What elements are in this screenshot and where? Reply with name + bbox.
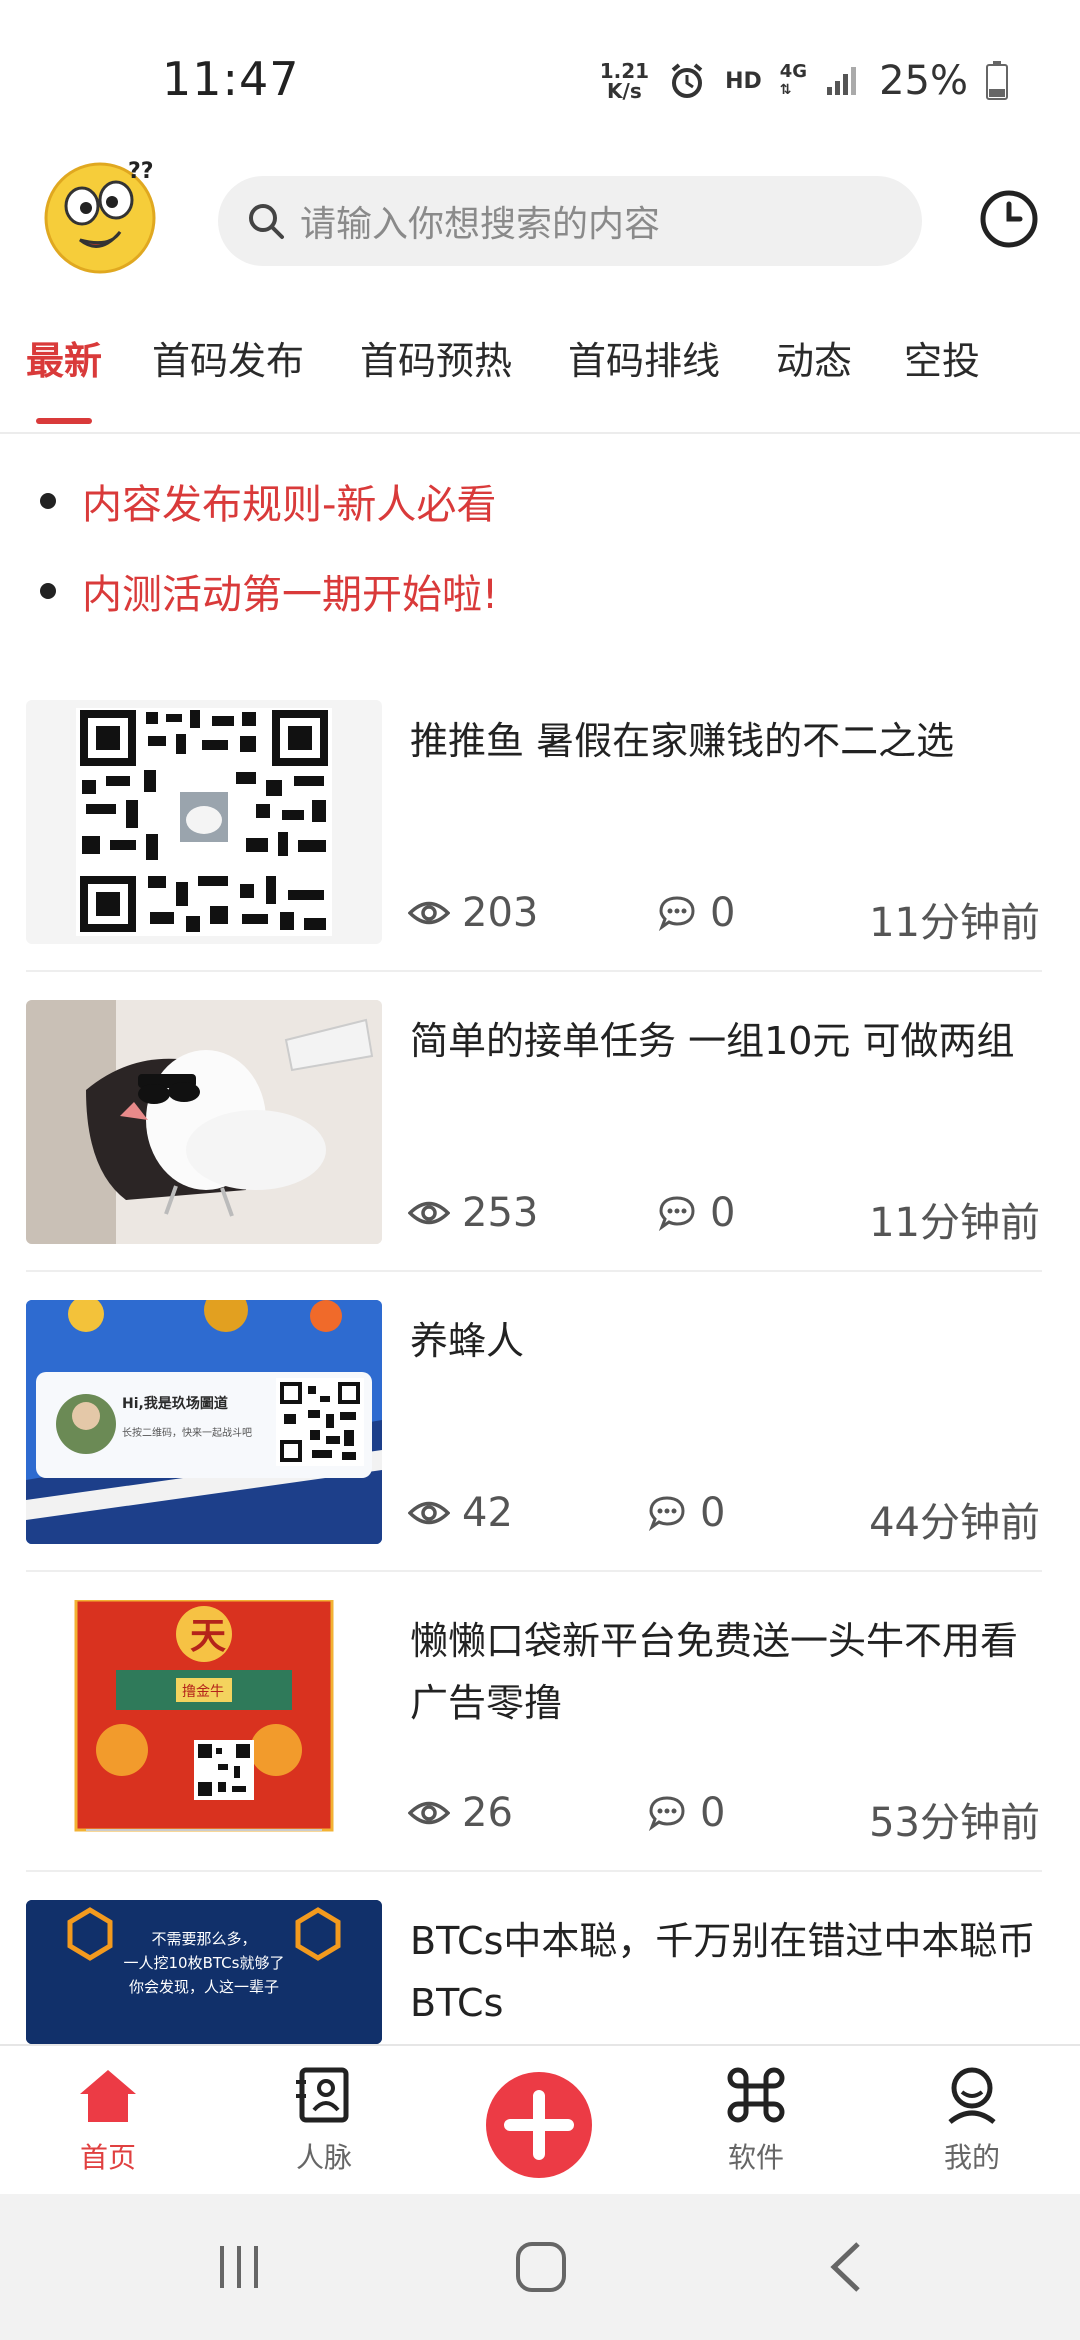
thumb-poster-sign: 撸金牛 (182, 1684, 224, 1700)
search-icon (249, 204, 284, 239)
status-time: 11:47 (162, 52, 300, 106)
svg-text:??: ?? (128, 159, 154, 184)
eye-icon (408, 1801, 450, 1825)
thumb-btc-line3: 你会发现，人这一辈子 (129, 1978, 279, 1996)
plus-icon (504, 2090, 574, 2160)
thumb-poster-top: 天 (190, 1616, 226, 1657)
post-thumbnail-bird (26, 1000, 382, 1244)
post-time: 44分钟前 (869, 1500, 1040, 1546)
bullet-dot (40, 583, 56, 599)
tab-first-ranking[interactable]: 首码排线 (568, 330, 720, 385)
eye-icon (408, 1201, 450, 1225)
thumb-card-greeting: Hi,我是玖场圖道 (122, 1395, 228, 1412)
post-time: 53分钟前 (869, 1800, 1040, 1846)
battery-icon (986, 61, 1008, 100)
status-icons: 1.21 K/s HD 4G ⇅ 25% (600, 58, 1008, 104)
post-item[interactable]: 天 撸金牛 懒懒口袋新平台免费送一头牛不用看广告零撸 26 0 53分钟前 (0, 1600, 1080, 1900)
post-item[interactable]: 不需要那么多， 一人挖10枚BTCs就够了 你会发现，人这一辈子 BTCs中本聪… (0, 1900, 1080, 2044)
tab-first-preheat[interactable]: 首码预热 (360, 330, 512, 385)
post-item[interactable]: 推推鱼 暑假在家赚钱的不二之选 203 0 11分钟前 (0, 700, 1080, 1000)
bullet-dot (40, 493, 56, 509)
item-separator (26, 1270, 1042, 1272)
comment-count: 0 (648, 1490, 725, 1536)
home-icon (80, 2070, 136, 2122)
nav-software[interactable]: 软件 (696, 2066, 816, 2176)
comment-icon (658, 1196, 695, 1231)
post-meta: 26 0 53分钟前 (408, 1790, 1040, 1846)
post-thumbnail-btc: 不需要那么多， 一人挖10枚BTCs就够了 你会发现，人这一辈子 (26, 1900, 382, 2044)
post-title: 简单的接单任务 一组10元 可做两组 (410, 1019, 1015, 1063)
search-placeholder: 请输入你想搜索的内容 (300, 204, 661, 245)
battery-percent: 25% (879, 58, 968, 104)
recent-apps-icon[interactable] (214, 2242, 264, 2292)
notice-text: 内容发布规则-新人必看 (82, 482, 497, 528)
comment-count: 0 (648, 1790, 725, 1836)
post-meta: 253 0 11分钟前 (408, 1190, 1040, 1246)
search-bar[interactable]: 请输入你想搜索的内容 (218, 176, 922, 266)
divider (0, 432, 1080, 434)
eye-icon (408, 901, 450, 925)
post-title: 懒懒口袋新平台免费送一头牛不用看广告零撸 (410, 1619, 1019, 1725)
comment-icon (658, 896, 695, 931)
post-title: BTCs中本聪，千万别在错过中本聪币BTCs (410, 1919, 1036, 2025)
signal-icon (827, 67, 857, 95)
post-meta: 42 0 44分钟前 (408, 1490, 1040, 1546)
post-thumbnail-game: Hi,我是玖场圖道 长按二维码，快来一起战斗吧 (26, 1300, 382, 1544)
notice-item[interactable]: 内容发布规则-新人必看 (40, 472, 496, 530)
post-title: 养蜂人 (410, 1319, 525, 1363)
command-icon (727, 2067, 785, 2123)
notice-item[interactable]: 内测活动第一期开始啦! (40, 562, 498, 620)
tab-first-release[interactable]: 首码发布 (152, 330, 304, 385)
post-thumbnail-qr (26, 700, 382, 944)
post-item[interactable]: Hi,我是玖场圖道 长按二维码，快来一起战斗吧 养蜂人 42 0 44分钟前 (0, 1300, 1080, 1600)
publish-button[interactable] (486, 2072, 592, 2178)
comment-icon (648, 1496, 685, 1531)
alarm-icon (671, 63, 703, 98)
avatar[interactable]: ?? (40, 152, 164, 276)
hd-indicator: HD (725, 68, 762, 94)
thumb-btc-line1: 不需要那么多， (151, 1930, 256, 1948)
tab-airdrop[interactable]: 空投 (904, 330, 980, 385)
home-button-icon[interactable] (514, 2240, 568, 2294)
notice-text: 内测活动第一期开始啦! (82, 572, 499, 618)
nav-home[interactable]: 首页 (48, 2066, 168, 2176)
view-count: 253 (408, 1190, 538, 1236)
view-count: 26 (408, 1790, 513, 1836)
comment-icon (648, 1796, 685, 1831)
post-item[interactable]: 简单的接单任务 一组10元 可做两组 253 0 11分钟前 (0, 1000, 1080, 1300)
back-icon[interactable] (826, 2240, 866, 2294)
view-count: 42 (408, 1490, 513, 1536)
history-clock-icon[interactable] (978, 188, 1040, 250)
system-navigation-bar (0, 2194, 1080, 2340)
tab-indicator (36, 418, 92, 424)
nav-contacts[interactable]: 人脉 (264, 2066, 384, 2176)
post-thumbnail-poster: 天 撸金牛 (26, 1600, 382, 1844)
profile-icon (948, 2067, 996, 2124)
contacts-icon (296, 2067, 349, 2123)
tab-moments[interactable]: 动态 (776, 330, 852, 385)
post-time: 11分钟前 (869, 1200, 1040, 1246)
item-separator (26, 970, 1042, 972)
thumb-btc-line2: 一人挖10枚BTCs就够了 (124, 1954, 285, 1972)
network-type: 4G ⇅ (779, 61, 808, 99)
post-time: 11分钟前 (869, 900, 1040, 946)
bottom-navigation: 首页 人脉 软件 我的 (0, 2044, 1080, 2194)
post-meta: 203 0 11分钟前 (408, 890, 1040, 946)
tab-latest[interactable]: 最新 (26, 330, 102, 385)
thumb-card-sub: 长按二维码，快来一起战斗吧 (122, 1426, 252, 1439)
comment-count: 0 (658, 1190, 735, 1236)
item-separator (26, 1870, 1042, 1872)
comment-count: 0 (658, 890, 735, 936)
eye-icon (408, 1501, 450, 1525)
item-separator (26, 1570, 1042, 1572)
status-bar: 11:47 1.21 K/s HD 4G ⇅ 25% (0, 0, 1080, 150)
category-tabs: 最新 首码发布 首码预热 首码排线 动态 空投 (0, 330, 1080, 430)
nav-mine[interactable]: 我的 (912, 2066, 1032, 2176)
post-title: 推推鱼 暑假在家赚钱的不二之选 (410, 719, 955, 763)
view-count: 203 (408, 890, 538, 936)
network-speed: 1.21 K/s (599, 59, 650, 103)
